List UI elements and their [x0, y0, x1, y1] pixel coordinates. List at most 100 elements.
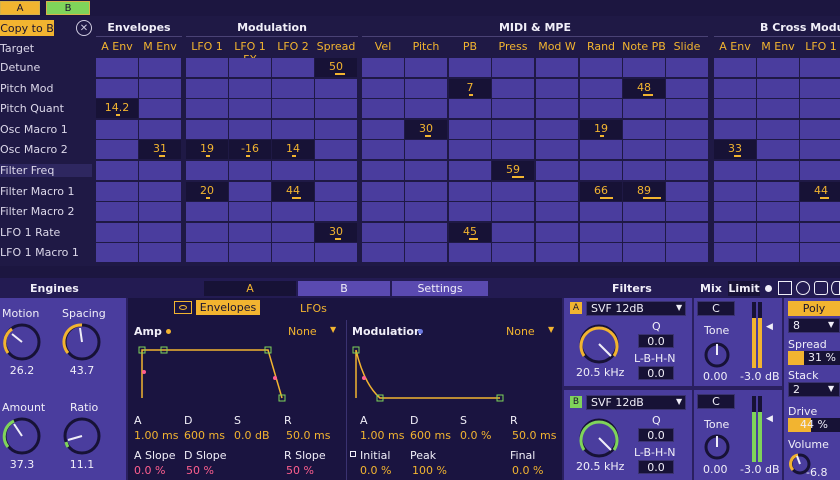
matrix-cell[interactable]: [536, 161, 578, 181]
matrix-cell-value[interactable]: 20: [186, 181, 228, 201]
matrix-cell[interactable]: [623, 161, 665, 181]
matrix-cell-value[interactable]: 33: [714, 140, 756, 160]
matrix-cell-value[interactable]: 31: [139, 140, 181, 160]
mix-b-tone-knob[interactable]: [702, 432, 732, 462]
amp-d-slope-value[interactable]: 50 %: [186, 464, 214, 477]
matrix-cell[interactable]: [536, 119, 578, 139]
matrix-cell[interactable]: [139, 202, 181, 222]
matrix-cell[interactable]: [757, 99, 799, 119]
matrix-cell[interactable]: [623, 58, 665, 78]
matrix-cell[interactable]: [315, 181, 357, 201]
matrix-cell[interactable]: [405, 99, 447, 119]
matrix-cell[interactable]: [666, 181, 708, 201]
matrix-cell[interactable]: [96, 222, 138, 242]
matrix-cell[interactable]: [96, 202, 138, 222]
matrix-cell[interactable]: [96, 181, 138, 201]
matrix-cell[interactable]: [96, 243, 138, 263]
amp-r-value[interactable]: 50.0 ms: [286, 429, 330, 442]
amp-s-value[interactable]: 0.0 dB: [234, 429, 270, 442]
filter-b-freq-knob[interactable]: [574, 414, 624, 460]
mod-final-value[interactable]: 0.0 %: [512, 464, 543, 477]
close-icon[interactable]: ✕: [76, 20, 92, 36]
matrix-cell[interactable]: [229, 243, 271, 263]
drive-slider[interactable]: 44 %: [788, 418, 840, 432]
matrix-cell[interactable]: [800, 58, 840, 78]
matrix-cell[interactable]: [229, 119, 271, 139]
mix-a-tone-knob[interactable]: [702, 340, 732, 370]
matrix-cell[interactable]: [580, 58, 622, 78]
matrix-cell[interactable]: [623, 140, 665, 160]
mod-d-value[interactable]: 600 ms: [410, 429, 451, 442]
matrix-cell[interactable]: [405, 181, 447, 201]
matrix-cell[interactable]: [405, 58, 447, 78]
matrix-cell[interactable]: [623, 222, 665, 242]
matrix-cell[interactable]: [139, 99, 181, 119]
matrix-cell[interactable]: [492, 181, 534, 201]
matrix-cell[interactable]: [96, 78, 138, 98]
matrix-cell[interactable]: [714, 119, 756, 139]
filter-a-tag[interactable]: A: [570, 302, 582, 314]
matrix-cell[interactable]: [757, 222, 799, 242]
matrix-cell-value[interactable]: 59: [492, 161, 534, 181]
power-icon[interactable]: [831, 281, 840, 295]
matrix-cell[interactable]: [580, 202, 622, 222]
matrix-cell[interactable]: [229, 78, 271, 98]
matrix-cell[interactable]: [229, 222, 271, 242]
matrix-cell[interactable]: [315, 78, 357, 98]
mod-initial-value[interactable]: 0.0 %: [360, 464, 391, 477]
tab-settings[interactable]: Settings: [392, 281, 488, 296]
mix-b-fader-arrow-icon[interactable]: ◀: [766, 414, 773, 424]
matrix-cell[interactable]: [536, 181, 578, 201]
matrix-cell-value[interactable]: 44: [800, 181, 840, 201]
matrix-cell[interactable]: [362, 78, 404, 98]
matrix-cell[interactable]: [272, 58, 314, 78]
matrix-cell[interactable]: [666, 119, 708, 139]
matrix-cell[interactable]: [536, 202, 578, 222]
matrix-cell[interactable]: [757, 181, 799, 201]
poly-button[interactable]: Poly: [788, 301, 840, 316]
matrix-cell[interactable]: [272, 119, 314, 139]
matrix-cell[interactable]: [186, 202, 228, 222]
matrix-cell[interactable]: [186, 78, 228, 98]
matrix-cell[interactable]: [186, 222, 228, 242]
filter-a-q-field[interactable]: 0.0: [638, 334, 674, 348]
matrix-cell[interactable]: [800, 119, 840, 139]
matrix-cell[interactable]: [96, 140, 138, 160]
matrix-cell[interactable]: [536, 222, 578, 242]
matrix-cell[interactable]: [800, 78, 840, 98]
matrix-cell[interactable]: [757, 243, 799, 263]
matrix-cell-value[interactable]: 45: [449, 222, 491, 242]
matrix-cell[interactable]: [405, 78, 447, 98]
matrix-cell[interactable]: [139, 58, 181, 78]
matrix-cell[interactable]: [757, 140, 799, 160]
matrix-cell[interactable]: [800, 202, 840, 222]
matrix-cell[interactable]: [96, 119, 138, 139]
matrix-cell[interactable]: [449, 99, 491, 119]
matrix-cell[interactable]: [315, 161, 357, 181]
matrix-cell[interactable]: [666, 243, 708, 263]
matrix-cell[interactable]: [139, 222, 181, 242]
matrix-cell[interactable]: [623, 243, 665, 263]
matrix-cell[interactable]: [714, 222, 756, 242]
matrix-cell[interactable]: [580, 78, 622, 98]
matrix-cell-value[interactable]: 30: [315, 222, 357, 242]
matrix-cell[interactable]: [272, 78, 314, 98]
matrix-cell[interactable]: [800, 140, 840, 160]
matrix-cell[interactable]: [666, 161, 708, 181]
matrix-cell[interactable]: [405, 222, 447, 242]
matrix-cell-value[interactable]: 89: [623, 181, 665, 201]
matrix-cell[interactable]: [580, 243, 622, 263]
matrix-cell[interactable]: [186, 119, 228, 139]
matrix-cell[interactable]: [757, 119, 799, 139]
matrix-cell[interactable]: [800, 243, 840, 263]
matrix-cell[interactable]: [449, 140, 491, 160]
mod-r-value[interactable]: 50.0 ms: [512, 429, 556, 442]
matrix-cell[interactable]: [492, 202, 534, 222]
matrix-cell[interactable]: [714, 161, 756, 181]
matrix-cell[interactable]: [186, 99, 228, 119]
matrix-cell-value[interactable]: 19: [186, 140, 228, 160]
matrix-cell[interactable]: [315, 99, 357, 119]
matrix-cell[interactable]: [186, 161, 228, 181]
matrix-cell[interactable]: [492, 99, 534, 119]
mix-b-pan-field[interactable]: C: [697, 394, 735, 409]
